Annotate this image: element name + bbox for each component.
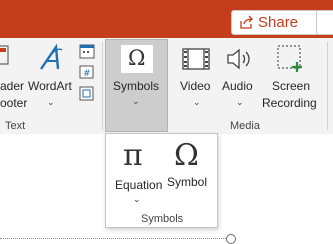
symbols-icon-background: Ω	[121, 45, 153, 73]
resize-handle[interactable]	[226, 234, 236, 244]
group-separator	[102, 42, 103, 130]
video-button[interactable]: Video ⌄	[176, 38, 216, 118]
group-separator	[327, 42, 328, 130]
text-group-label: Text	[5, 120, 26, 132]
date-time-icon[interactable]	[79, 43, 95, 59]
audio-chevron-down-icon: ⌄	[236, 97, 244, 107]
selection-border	[0, 238, 230, 239]
symbols-button[interactable]: Ω Symbols ⌄	[105, 39, 168, 132]
screen-recording-icon	[277, 45, 302, 72]
wordart-chevron-down-icon: ⌄	[47, 97, 55, 107]
symbols-label: Symbols	[113, 79, 160, 93]
screen-recording-button[interactable]: Screen Recording	[260, 38, 322, 118]
symbols-chevron-down-icon: ⌄	[132, 96, 140, 106]
slide-number-icon[interactable]: #	[79, 64, 95, 80]
equation-button[interactable]: π Equation ⌄	[111, 138, 163, 206]
object-icon[interactable]	[79, 86, 95, 102]
wordart-icon	[40, 44, 63, 70]
video-label: Video	[180, 79, 211, 93]
header-footer-icon	[0, 45, 9, 65]
equation-label: Equation	[115, 178, 163, 192]
header-footer-label-2: ooter	[0, 96, 28, 110]
video-icon	[182, 48, 210, 70]
media-group-label: Media	[230, 120, 260, 132]
share-icon	[240, 15, 253, 29]
screen-recording-label-1: Screen	[272, 79, 311, 93]
omega-icon: Ω	[128, 46, 146, 70]
svg-text:#: #	[83, 69, 91, 79]
audio-icon	[227, 48, 250, 70]
equation-chevron-down-icon: ⌄	[133, 194, 141, 204]
share-button[interactable]: Share	[231, 10, 325, 35]
header-footer-label-1: ader	[0, 79, 25, 93]
symbols-group-label: Symbols	[141, 213, 184, 225]
header-footer-button[interactable]: ader ooter	[0, 38, 28, 118]
omega-icon: Ω	[174, 138, 199, 173]
audio-button[interactable]: Audio ⌄	[219, 38, 259, 118]
share-label: Share	[258, 14, 299, 31]
wordart-label: WordArt	[28, 79, 72, 93]
comments-button[interactable]	[316, 10, 333, 35]
symbol-button[interactable]: Ω Symbol	[164, 138, 214, 206]
wordart-button[interactable]: WordArt ⌄	[28, 38, 74, 118]
symbols-dropdown: π Equation ⌄ Ω Symbol Symbols	[105, 133, 218, 228]
screen-recording-label-2: Recording	[262, 96, 317, 110]
pi-icon: π	[123, 138, 143, 173]
video-chevron-down-icon: ⌄	[193, 97, 201, 107]
audio-label: Audio	[222, 79, 253, 93]
symbol-label: Symbol	[167, 175, 208, 189]
